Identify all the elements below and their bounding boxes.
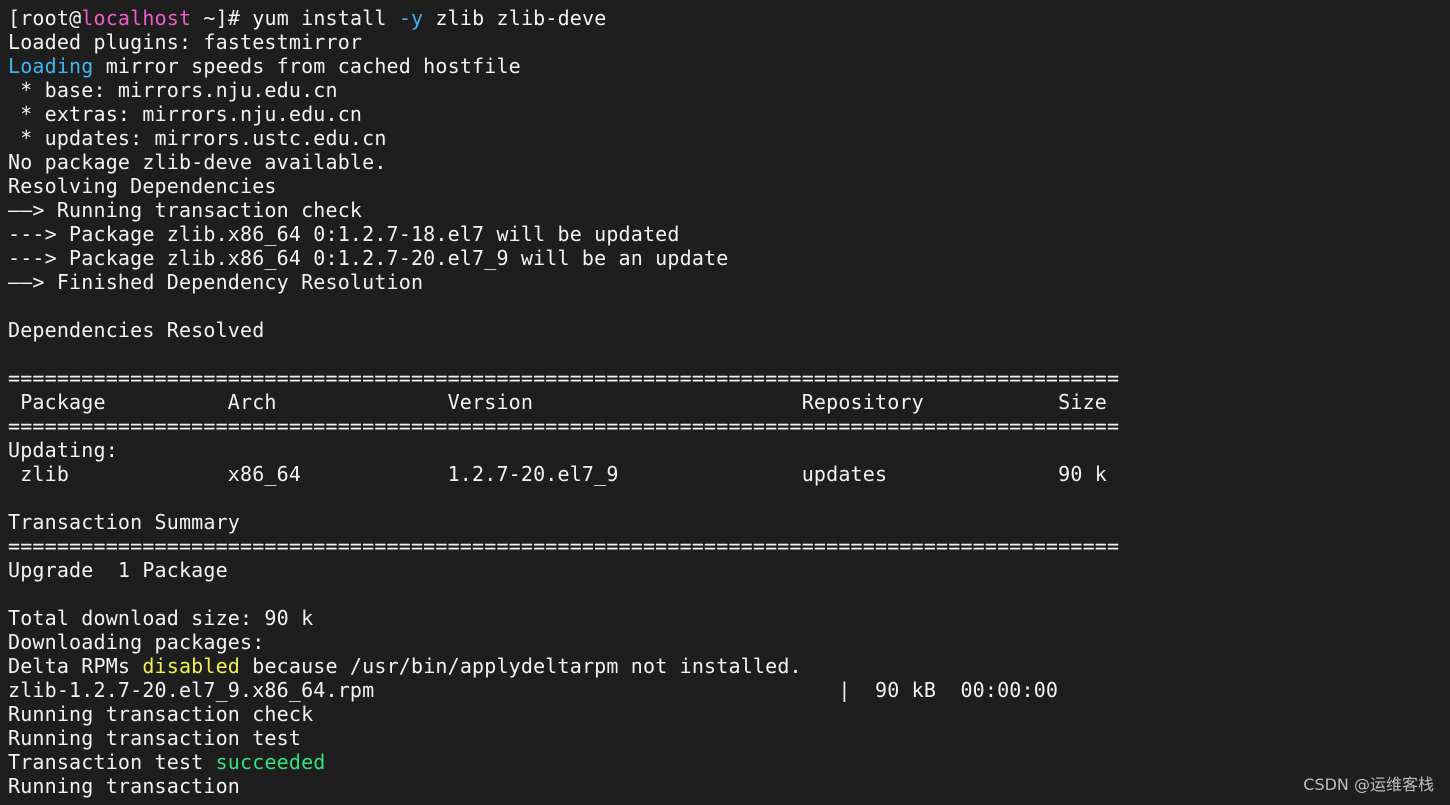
output-line: Total download size: 90 k bbox=[8, 606, 314, 630]
command-text: yum install bbox=[252, 6, 399, 30]
output-line: * base: mirrors.nju.edu.cn bbox=[8, 78, 338, 102]
prompt-at: @ bbox=[69, 6, 82, 30]
output-line: Downloading packages: bbox=[8, 630, 265, 654]
output-line: Dependencies Resolved bbox=[8, 318, 265, 342]
output-line: Delta RPMs disabled because /usr/bin/app… bbox=[8, 654, 1450, 678]
output-line: ---> Package zlib.x86_64 0:1.2.7-18.el7 … bbox=[8, 222, 680, 246]
output-line: Running transaction check bbox=[8, 702, 314, 726]
download-progress-line: zlib-1.2.7-20.el7_9.x86_64.rpm | 90 kB 0… bbox=[8, 678, 1059, 702]
table-separator: ========================================… bbox=[8, 414, 1120, 438]
output-line: Transaction test succeeded bbox=[8, 750, 1450, 774]
command-args: zlib zlib-deve bbox=[423, 6, 607, 30]
output-line: Running transaction bbox=[8, 774, 241, 798]
output-text: because /usr/bin/applydeltarpm not insta… bbox=[240, 654, 802, 678]
output-line: Loading mirror speeds from cached hostfi… bbox=[8, 54, 1450, 78]
output-line: ---> Package zlib.x86_64 0:1.2.7-20.el7_… bbox=[8, 246, 729, 270]
output-line: Running transaction test bbox=[8, 726, 302, 750]
table-header: Package Arch Version Repository Size bbox=[8, 390, 1107, 414]
prompt-hostname: localhost bbox=[81, 6, 192, 30]
prompt-user: root bbox=[20, 6, 70, 30]
prompt-line: [root@localhost ~]# yum install -y zlib … bbox=[8, 6, 1450, 30]
disabled-highlight: disabled bbox=[142, 654, 241, 678]
output-line: ——> Running transaction check bbox=[8, 198, 363, 222]
output-line: * extras: mirrors.nju.edu.cn bbox=[8, 102, 363, 126]
output-line: Resolving Dependencies bbox=[8, 174, 277, 198]
output-line: Updating: bbox=[8, 438, 118, 462]
prompt-path: ~]# bbox=[191, 6, 253, 30]
output-text: mirror speeds from cached hostfile bbox=[93, 54, 521, 78]
output-line: Upgrade 1 Package bbox=[8, 558, 228, 582]
command-flag: -y bbox=[398, 6, 424, 30]
terminal-window[interactable]: [root@localhost ~]# yum install -y zlib … bbox=[0, 0, 1450, 805]
table-separator: ========================================… bbox=[8, 366, 1120, 390]
output-line: * updates: mirrors.ustc.edu.cn bbox=[8, 126, 387, 150]
loading-highlight: Loading bbox=[8, 54, 94, 78]
table-row: zlib x86_64 1.2.7-20.el7_9 updates 90 k bbox=[8, 462, 1107, 486]
output-line: Loaded plugins: fastestmirror bbox=[8, 30, 363, 54]
output-text: Transaction test bbox=[8, 750, 216, 774]
prompt-bracket: [ bbox=[8, 6, 21, 30]
table-separator: ========================================… bbox=[8, 534, 1120, 558]
output-line: No package zlib-deve available. bbox=[8, 150, 387, 174]
succeeded-highlight: succeeded bbox=[215, 750, 326, 774]
output-line: ——> Finished Dependency Resolution bbox=[8, 270, 424, 294]
csdn-watermark: CSDN @运维客栈 bbox=[1303, 775, 1434, 794]
output-text: Delta RPMs bbox=[8, 654, 143, 678]
output-line: Transaction Summary bbox=[8, 510, 241, 534]
